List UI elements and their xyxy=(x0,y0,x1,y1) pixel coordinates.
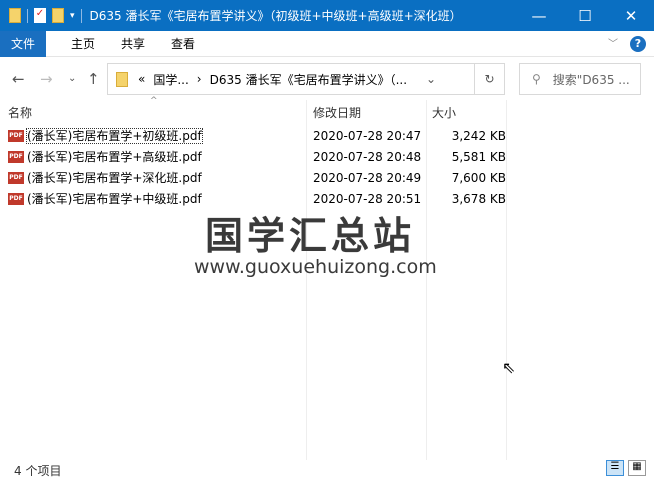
pdf-file-icon: PDF xyxy=(8,129,24,142)
breadcrumb-current[interactable]: D635 潘长军《宅居布置学讲义》（... xyxy=(210,71,407,88)
column-headers: ^ 名称 修改日期 大小 xyxy=(0,96,520,124)
expand-ribbon-icon[interactable]: ﹀ xyxy=(608,35,618,50)
file-row[interactable]: PDF (潘长军)宅居布置学+初级班.pdf 2020-07-28 20:47 … xyxy=(8,125,508,146)
file-size: 3,678 KB xyxy=(451,191,506,206)
sort-ascending-icon: ^ xyxy=(150,96,158,106)
tab-file[interactable]: 文件 xyxy=(0,30,46,57)
recent-locations-button[interactable]: ⌄ xyxy=(68,73,76,84)
pdf-file-icon: PDF xyxy=(8,171,24,184)
navigation-bar: ← → ⌄ ↑ « 国学... › D635 潘长军《宅居布置学讲义》（... … xyxy=(0,63,654,95)
search-placeholder: 搜索"D635 ... xyxy=(552,72,630,87)
back-button[interactable]: ← xyxy=(12,70,25,88)
file-name[interactable]: (潘长军)宅居布置学+初级班.pdf xyxy=(26,128,203,144)
file-size: 5,581 KB xyxy=(451,149,506,164)
customize-dropdown-icon[interactable]: ▾ xyxy=(70,11,75,21)
mouse-cursor-icon: ⇖ xyxy=(502,358,516,377)
divider xyxy=(80,8,82,23)
up-button[interactable]: ↑ xyxy=(87,70,100,88)
file-row[interactable]: PDF (潘长军)宅居布置学+高级班.pdf 2020-07-28 20:48 … xyxy=(8,146,508,167)
minimize-button[interactable]: — xyxy=(516,0,562,31)
file-name[interactable]: (潘长军)宅居布置学+高级班.pdf xyxy=(26,148,322,165)
file-date: 2020-07-28 20:49 xyxy=(313,170,422,185)
watermark-title: 国学汇总站 xyxy=(205,214,416,258)
tab-view[interactable]: 查看 xyxy=(158,35,208,52)
properties-icon[interactable]: ✓ xyxy=(34,8,46,23)
large-icons-view-button[interactable]: ▦ xyxy=(628,460,646,476)
search-icon: ⚲ xyxy=(532,72,541,86)
details-view-button[interactable]: ☰ xyxy=(606,460,624,476)
column-date[interactable]: 修改日期 xyxy=(313,104,361,121)
file-row[interactable]: PDF (潘长军)宅居布置学+深化班.pdf 2020-07-28 20:49 … xyxy=(8,167,508,188)
file-date: 2020-07-28 20:51 xyxy=(313,191,422,206)
breadcrumb-overflow[interactable]: « xyxy=(138,72,145,86)
search-input[interactable]: ⚲ 搜索"D635 ... xyxy=(519,63,641,95)
file-size: 7,600 KB xyxy=(451,170,506,185)
file-date: 2020-07-28 20:48 xyxy=(313,149,422,164)
address-bar[interactable]: « 国学... › D635 潘长军《宅居布置学讲义》（... ⌄ ↻ xyxy=(107,63,505,95)
maximize-button[interactable]: ☐ xyxy=(562,0,608,31)
breadcrumb-separator[interactable]: › xyxy=(197,72,202,86)
breadcrumb-item[interactable]: 国学... xyxy=(153,71,188,88)
column-size[interactable]: 大小 xyxy=(432,104,456,121)
refresh-button[interactable]: ↻ xyxy=(474,64,504,94)
watermark-url: www.guoxuehuizong.com xyxy=(194,256,437,278)
title-bar: ✓ ▾ D635 潘长军《宅居布置学讲义》（初级班+中级班+高级班+深化班） —… xyxy=(0,0,654,31)
folder-icon xyxy=(9,8,21,23)
help-icon[interactable]: ? xyxy=(630,36,646,52)
address-dropdown-icon[interactable]: ⌄ xyxy=(426,72,436,86)
close-button[interactable]: ✕ xyxy=(608,0,654,31)
folder-icon xyxy=(116,71,128,87)
new-folder-icon[interactable] xyxy=(52,8,64,23)
tab-share[interactable]: 共享 xyxy=(108,35,158,52)
pdf-file-icon: PDF xyxy=(8,150,24,163)
file-name[interactable]: (潘长军)宅居布置学+深化班.pdf xyxy=(26,169,322,186)
ribbon: 文件 主页 共享 查看 ﹀ ? xyxy=(0,30,654,57)
tab-home[interactable]: 主页 xyxy=(58,35,108,52)
file-date: 2020-07-28 20:47 xyxy=(313,128,422,143)
view-switcher: ☰ ▦ xyxy=(606,460,646,476)
window-title: D635 潘长军《宅居布置学讲义》（初级班+中级班+高级班+深化班） xyxy=(89,9,462,23)
pdf-file-icon: PDF xyxy=(8,192,24,205)
column-name[interactable]: 名称 xyxy=(8,104,32,121)
forward-button[interactable]: → xyxy=(40,70,53,88)
file-size: 3,242 KB xyxy=(451,128,506,143)
divider xyxy=(27,8,28,23)
status-item-count: 4 个项目 xyxy=(14,464,62,478)
